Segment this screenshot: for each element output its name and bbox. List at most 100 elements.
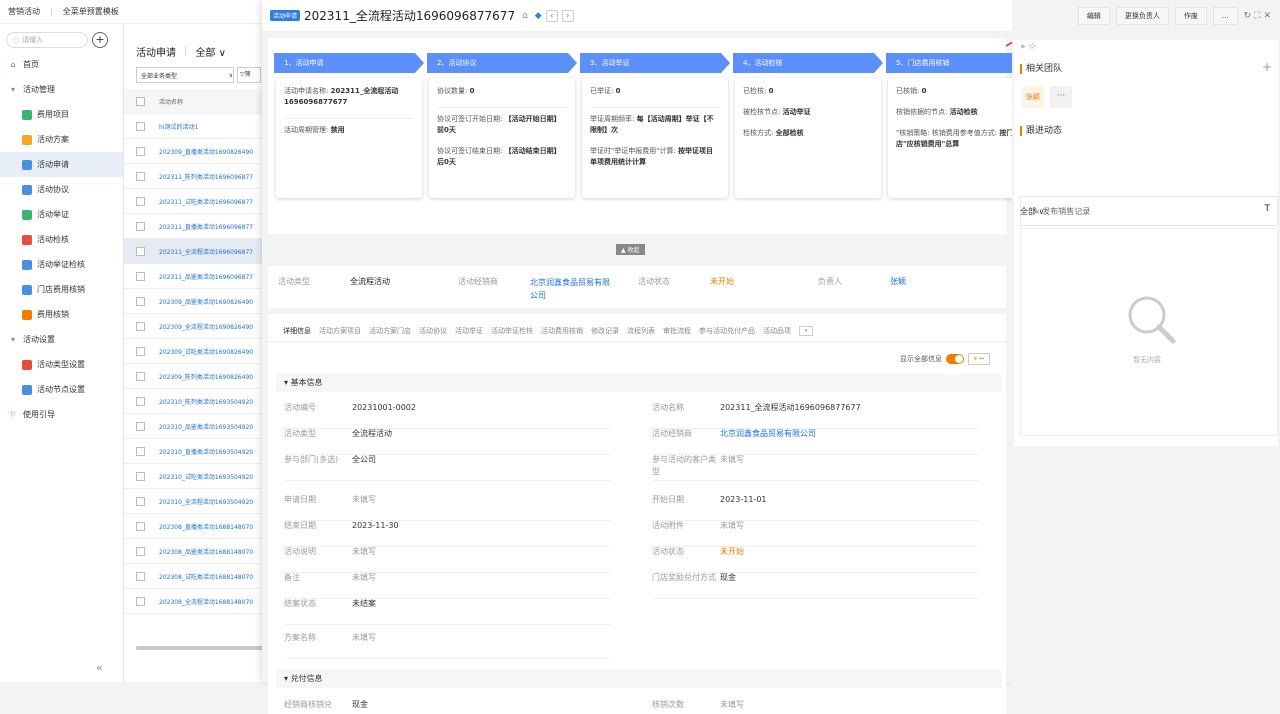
layout-toggle-icon[interactable]: ⏸ ↔ xyxy=(968,353,990,365)
sidebar-item[interactable]: 活动举证 xyxy=(0,202,123,227)
row-checkbox[interactable] xyxy=(136,446,145,456)
change-owner-button[interactable]: 更换负责人 xyxy=(1115,7,1169,25)
table-row[interactable]: 202309_陈列类活动1690826490 xyxy=(124,364,264,389)
table-row[interactable]: 202310_试吃类活动1693504920 xyxy=(124,464,264,489)
sidebar-item[interactable]: ⌂ 首页 xyxy=(0,52,123,77)
sidebar-item[interactable]: 活动节点设置 xyxy=(0,377,123,402)
step-1[interactable]: 1、活动申请 xyxy=(274,53,424,73)
row-checkbox[interactable] xyxy=(136,246,145,256)
table-row[interactable]: 202309_全流程活动1690826490 xyxy=(124,314,264,339)
tab-10[interactable]: 审批流程 xyxy=(663,326,691,341)
table-row[interactable]: 202310_陈列类活动1693504920 xyxy=(124,389,264,414)
sidebar-item[interactable]: ▾ 活动管理 xyxy=(0,77,123,102)
avatar[interactable]: 张颖 xyxy=(1022,86,1044,108)
tag-icon[interactable]: ◆ xyxy=(535,11,542,21)
sidebar-item[interactable]: 门店费用核销 xyxy=(0,277,123,302)
section-payment-info[interactable]: ▾ 兑付信息 xyxy=(276,670,1002,688)
row-checkbox[interactable] xyxy=(136,296,145,306)
row-name-link[interactable]: 202311_陈列类活动1696096877 xyxy=(159,172,253,181)
tab-5[interactable]: 活动举证 xyxy=(455,326,483,341)
close-icon[interactable]: ✕ xyxy=(1263,11,1274,21)
row-name-link[interactable]: 202310_陈列类活动1693504920 xyxy=(159,397,253,406)
row-name-link[interactable]: 202310_全流程活动1693504920 xyxy=(159,497,253,506)
table-row[interactable]: 202311_全流程活动1696096877 xyxy=(124,239,264,264)
table-row[interactable]: 202308_直播类活动1688148070 xyxy=(124,514,264,539)
table-row[interactable]: 202308_品鉴类活动1688148070 xyxy=(124,539,264,564)
sidebar-item[interactable]: 活动检核 xyxy=(0,227,123,252)
row-checkbox[interactable] xyxy=(136,496,145,506)
tab-6[interactable]: 活动举证检核 xyxy=(491,326,533,341)
table-row[interactable]: 202308_试吃类活动1688148070 xyxy=(124,564,264,589)
row-name-link[interactable]: 202308_试吃类活动1688148070 xyxy=(159,572,253,581)
tab-8[interactable]: 修改记录 xyxy=(591,326,619,341)
publish-sales-record[interactable]: ✎ 发布销售记录 xyxy=(1020,196,1278,226)
lock-icon[interactable]: ⌂ xyxy=(522,11,528,21)
row-name-link[interactable]: 202308_直播类活动1688148070 xyxy=(159,522,253,531)
sidebar-item[interactable]: 费用核销 xyxy=(0,302,123,327)
table-row[interactable]: 202311_品鉴类活动1696096877 xyxy=(124,264,264,289)
row-name-link[interactable]: 202310_品鉴类活动1693504920 xyxy=(159,422,253,431)
next-record-icon[interactable]: › xyxy=(561,9,574,22)
app-title[interactable]: 营销活动 xyxy=(8,6,40,17)
row-name-link[interactable]: 202309_品鉴类活动1690826490 xyxy=(159,297,253,306)
tab-2[interactable]: 活动方案项目 xyxy=(319,326,361,341)
row-name-link[interactable]: 202310_直播类活动1693504920 xyxy=(159,447,253,456)
sidebar-item[interactable]: 活动类型设置 xyxy=(0,352,123,377)
filter-icon[interactable]: T xyxy=(1265,204,1271,214)
table-row[interactable]: 202311_直播类活动1696096877 xyxy=(124,214,264,239)
row-name-link[interactable]: 202309_试吃类活动1690826490 xyxy=(159,347,253,356)
tab-9[interactable]: 流程列表 xyxy=(627,326,655,341)
row-name-link[interactable]: 202310_试吃类活动1693504920 xyxy=(159,472,253,481)
table-row[interactable]: 202309_品鉴类活动1690826490 xyxy=(124,289,264,314)
row-name-link[interactable]: 202309_直播类活动1690826490 xyxy=(159,147,253,156)
filter-button[interactable]: ▽筛 xyxy=(237,67,261,83)
row-name-link[interactable]: 202309_陈列类活动1690826490 xyxy=(159,372,253,381)
row-checkbox[interactable] xyxy=(136,196,145,206)
sidebar-item[interactable]: ⚐ 使用引导 xyxy=(0,402,123,427)
row-checkbox[interactable] xyxy=(136,171,145,181)
business-type-select[interactable]: 全部业务类型 ∨ xyxy=(136,67,234,83)
more-button[interactable]: ... xyxy=(1212,7,1238,25)
tab-12[interactable]: 活动品项 xyxy=(763,326,791,341)
refresh-icon[interactable]: ↻ xyxy=(1244,11,1255,21)
expand-icon[interactable]: » ☆ xyxy=(1020,42,1036,52)
row-checkbox[interactable] xyxy=(136,571,145,581)
step-2[interactable]: 2、活动协议 xyxy=(427,53,577,73)
tab-1[interactable]: 详细信息 xyxy=(283,326,311,341)
add-icon[interactable]: + xyxy=(92,32,108,48)
template-name[interactable]: 全菜单预置模板 xyxy=(63,6,119,17)
void-button[interactable]: 作废 xyxy=(1174,7,1207,25)
table-row[interactable]: 202308_全流程活动1688148070 xyxy=(124,589,264,614)
table-row[interactable]: hi测试的活动1 xyxy=(124,114,264,139)
sidebar-item[interactable]: 活动举证检核 xyxy=(0,252,123,277)
activity-filter-dropdown[interactable]: 全部 ∨ xyxy=(1020,206,1044,217)
row-checkbox[interactable] xyxy=(136,146,145,156)
row-checkbox[interactable] xyxy=(136,521,145,531)
horizontal-scrollbar[interactable] xyxy=(136,646,264,650)
more-members-icon[interactable]: ··· xyxy=(1050,86,1072,108)
row-checkbox[interactable] xyxy=(136,421,145,431)
field-value[interactable]: 北京润鑫食品贸易有限公司 xyxy=(720,428,816,440)
row-checkbox[interactable] xyxy=(136,371,145,381)
summary-dealer-link[interactable]: 北京润鑫食品贸易有限公司 xyxy=(530,276,610,302)
tab-7[interactable]: 活动费用核销 xyxy=(541,326,583,341)
sidebar-item[interactable]: 活动申请 xyxy=(0,152,123,177)
table-row[interactable]: 202310_全流程活动1693504920 xyxy=(124,489,264,514)
scope-dropdown[interactable]: 全部 ∨ xyxy=(195,44,226,59)
row-checkbox[interactable] xyxy=(136,121,145,131)
collapse-sidebar-icon[interactable]: « xyxy=(96,661,103,674)
search-input[interactable]: ○ 请输入 xyxy=(6,32,88,48)
row-checkbox[interactable] xyxy=(136,346,145,356)
sidebar-item[interactable]: 活动协议 xyxy=(0,177,123,202)
collapse-button[interactable]: ▲ 收起 xyxy=(616,244,645,255)
table-row[interactable]: 202310_品鉴类活动1693504920 xyxy=(124,414,264,439)
select-all-checkbox[interactable] xyxy=(136,96,145,106)
table-row[interactable]: 202311_陈列类活动1696096877 xyxy=(124,164,264,189)
row-checkbox[interactable] xyxy=(136,271,145,281)
table-row[interactable]: 202309_试吃类活动1690826490 xyxy=(124,339,264,364)
row-name-link[interactable]: 202311_试吃类活动1696096877 xyxy=(159,197,253,206)
table-row[interactable]: 202311_试吃类活动1696096877 xyxy=(124,189,264,214)
row-name-link[interactable]: 202311_直播类活动1696096877 xyxy=(159,222,253,231)
step-4[interactable]: 4、活动检核 xyxy=(733,53,883,73)
step-3[interactable]: 3、活动举证 xyxy=(580,53,730,73)
